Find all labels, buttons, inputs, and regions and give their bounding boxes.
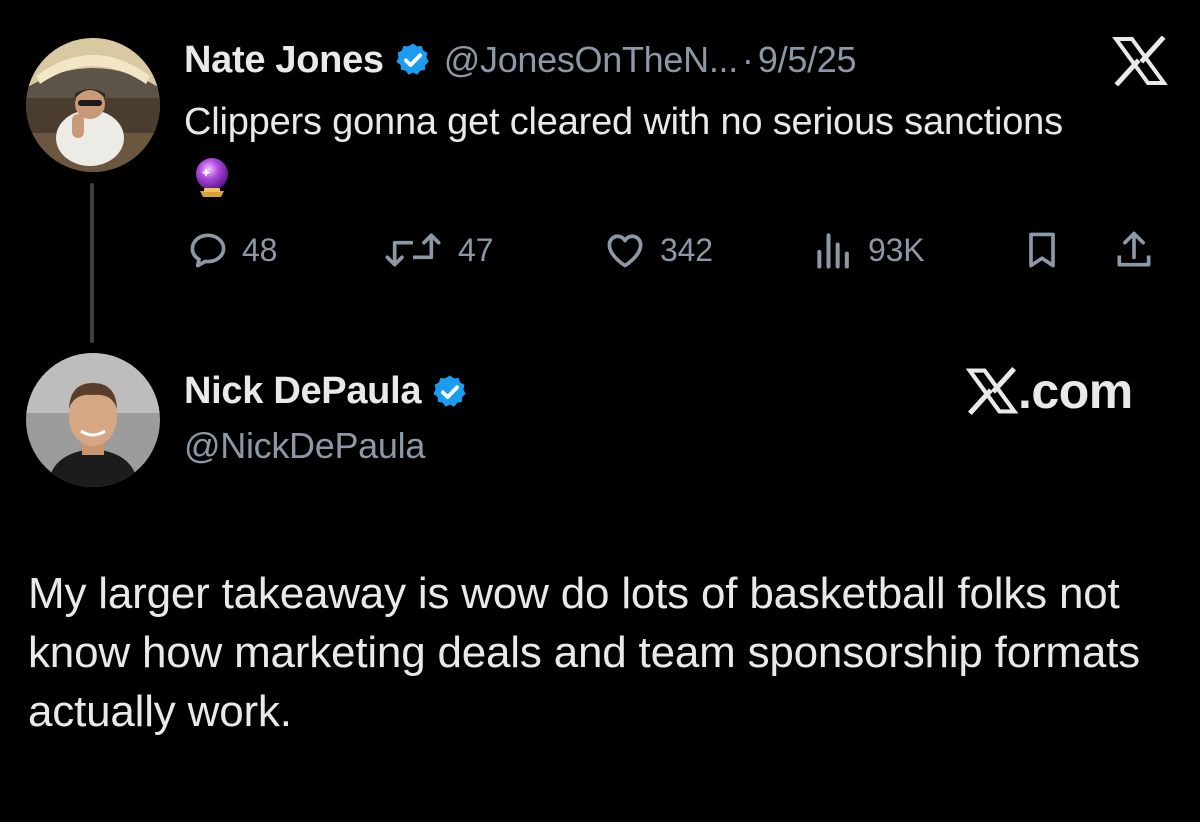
avatar-photo bbox=[26, 353, 160, 487]
tweet-date[interactable]: 9/5/25 bbox=[758, 39, 857, 81]
thread-connector-line bbox=[90, 183, 94, 343]
retweet-icon bbox=[385, 233, 441, 267]
tweet2-text: My larger takeaway is wow do lots of bas… bbox=[28, 569, 1140, 736]
views-icon bbox=[817, 233, 849, 269]
avatar-nate-jones[interactable] bbox=[26, 38, 160, 172]
author-handle[interactable]: @NickDePaula bbox=[184, 425, 425, 467]
tweet1-header: Nate Jones @JonesOnTheN... · 9/5/25 bbox=[184, 36, 857, 84]
bookmark-icon bbox=[1029, 232, 1055, 268]
avatar-photo bbox=[26, 38, 160, 172]
verified-badge-icon bbox=[431, 373, 469, 411]
retweet-count: 47 bbox=[458, 231, 494, 268]
avatar-nick-depaula[interactable] bbox=[26, 353, 160, 487]
bookmark-button[interactable] bbox=[1020, 224, 1064, 276]
reply-icon bbox=[190, 233, 226, 268]
author-name[interactable]: Nick DePaula bbox=[184, 370, 421, 413]
share-icon bbox=[1117, 231, 1151, 267]
heart-icon bbox=[607, 234, 643, 268]
x-logo-icon bbox=[966, 367, 1018, 415]
views-count: 93K bbox=[868, 231, 925, 268]
tweet1-text: Clippers gonna get cleared with no serio… bbox=[184, 101, 1063, 143]
x-logo-icon[interactable] bbox=[1112, 35, 1168, 87]
brand-domain: .com bbox=[1018, 363, 1133, 419]
reply-button[interactable]: 48 bbox=[186, 224, 277, 276]
x-com-branding: .com bbox=[966, 362, 1133, 420]
separator-dot: · bbox=[741, 39, 754, 80]
author-handle[interactable]: @JonesOnTheN... bbox=[444, 39, 738, 81]
reply-count: 48 bbox=[242, 231, 278, 268]
crystal-ball-icon bbox=[190, 155, 234, 199]
like-count: 342 bbox=[660, 231, 713, 268]
share-button[interactable] bbox=[1112, 224, 1156, 276]
author-name[interactable]: Nate Jones bbox=[184, 39, 384, 82]
verified-badge-icon bbox=[394, 41, 432, 79]
tweet2-header: Nick DePaula bbox=[184, 370, 469, 413]
views-button[interactable]: 93K bbox=[812, 224, 925, 276]
like-button[interactable]: 342 bbox=[602, 224, 713, 276]
tweet1-body: Clippers gonna get cleared with no serio… bbox=[184, 94, 1084, 208]
retweet-button[interactable]: 47 bbox=[380, 224, 493, 276]
